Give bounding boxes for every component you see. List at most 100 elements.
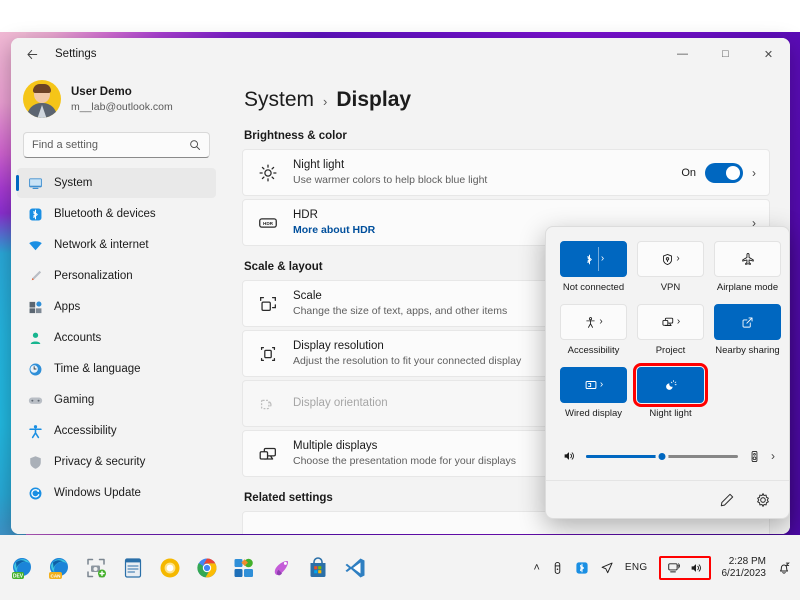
project-screen-icon	[661, 315, 675, 329]
volume-slider[interactable]	[586, 448, 738, 464]
quick-tile-nearby-sharing[interactable]	[714, 304, 781, 340]
quick-tile-project[interactable]: ›	[637, 304, 704, 340]
quick-tile-wired-display[interactable]: ›	[560, 367, 627, 403]
maximize-button[interactable]: □	[704, 38, 747, 70]
quick-tile-cell: › Wired display	[560, 367, 627, 428]
setting-row-controls: On ›	[681, 162, 756, 183]
night-light-toggle[interactable]	[705, 162, 743, 183]
speaker-icon[interactable]	[562, 449, 576, 463]
chevron-right-icon[interactable]: ›	[601, 254, 604, 264]
system-tray: ˄ ENG 2:28 PM 6/21/2023	[533, 549, 800, 587]
send-icon[interactable]	[600, 561, 614, 575]
gear-icon[interactable]	[755, 492, 771, 508]
setting-row-title: Night light	[293, 159, 345, 171]
chrome-icon[interactable]	[195, 556, 219, 580]
quick-tile-accessibility[interactable]: ›	[560, 304, 627, 340]
snipping-tool-icon[interactable]	[84, 556, 108, 580]
microsoft-store-tiles-icon[interactable]	[232, 556, 256, 580]
quick-settings-grid: › Not connected › VPN Airplane mode › Ac…	[546, 227, 789, 432]
account-block[interactable]: User Demo m__lab@outlook.com	[11, 70, 222, 124]
bluetooth-icon	[583, 253, 596, 266]
sidebar-item-personalization[interactable]: Personalization	[17, 261, 216, 291]
scale-icon	[257, 293, 279, 315]
taskbar-apps: DEV CAN	[0, 552, 367, 584]
chevron-right-icon[interactable]: ›	[600, 380, 603, 390]
sidebar-item-system[interactable]: System	[16, 168, 216, 198]
tray-network-volume-group[interactable]	[658, 555, 711, 580]
settings-sidebar: User Demo m__lab@outlook.com Find a sett…	[11, 70, 222, 534]
chevron-right-icon[interactable]: ›	[771, 449, 775, 463]
chevron-right-icon[interactable]: ›	[676, 254, 679, 264]
edge-dev-icon[interactable]: DEV	[10, 556, 34, 580]
breadcrumb-parent[interactable]: System	[244, 88, 314, 112]
sun-brightness-icon	[257, 162, 279, 184]
night-light-toggle-label: On	[681, 166, 696, 179]
audio-output-icon[interactable]	[748, 450, 761, 463]
sidebar-item-apps[interactable]: Apps	[17, 292, 216, 322]
pencil-edit-icon[interactable]	[719, 492, 735, 508]
search-input[interactable]	[32, 139, 189, 151]
search-box[interactable]	[23, 132, 210, 158]
sidebar-item-privacy-security[interactable]: Privacy & security	[17, 447, 216, 477]
close-button[interactable]: ✕	[747, 38, 790, 70]
sidebar-item-label: Time & language	[54, 363, 141, 375]
avatar	[23, 80, 61, 118]
vscode-icon[interactable]	[343, 556, 367, 580]
notification-bell-icon[interactable]	[777, 561, 791, 575]
bluetooth-icon[interactable]	[575, 561, 589, 575]
notepad-icon[interactable]	[121, 556, 145, 580]
chevron-right-icon[interactable]: ›	[752, 166, 756, 180]
chevron-right-icon[interactable]: ›	[599, 317, 602, 327]
monitor-icon	[27, 175, 44, 192]
language-indicator[interactable]: ENG	[625, 562, 648, 573]
clock-time: 2:28 PM	[728, 555, 766, 567]
sidebar-item-label: Accounts	[54, 332, 102, 344]
tray-overflow-button[interactable]: ˄	[533, 562, 539, 574]
store-bag-icon[interactable]	[306, 556, 330, 580]
quick-tile-label: Not connected	[562, 282, 625, 293]
sidebar-item-label: Network & internet	[54, 239, 149, 251]
sidebar-item-network-internet[interactable]: Network & internet	[17, 230, 216, 260]
quick-tile-cell: Airplane mode	[714, 241, 781, 302]
sidebar-item-label: Privacy & security	[54, 456, 146, 468]
quick-tile-cell: › VPN	[637, 241, 704, 302]
network-icon[interactable]	[667, 561, 682, 575]
clock-date: 6/21/2023	[721, 567, 767, 579]
quick-tile-cell: Night light	[633, 363, 708, 428]
sidebar-item-bluetooth-devices[interactable]: Bluetooth & devices	[17, 199, 216, 229]
sidebar-item-windows-update[interactable]: Windows Update	[17, 478, 216, 508]
resolution-icon	[257, 343, 279, 365]
back-button[interactable]	[17, 41, 47, 67]
volume-control-row: ›	[546, 432, 789, 474]
quick-tile-bluetooth[interactable]: ›	[560, 241, 627, 277]
sidebar-item-label: Accessibility	[54, 425, 117, 437]
edge-canary-icon[interactable]: CAN	[47, 556, 71, 580]
window-titlebar: Settings — □ ✕	[11, 38, 790, 70]
quick-tile-airplane-mode[interactable]	[714, 241, 781, 277]
setting-row-title: HDR	[293, 209, 318, 221]
paintbrush-icon	[27, 268, 44, 285]
quick-tile-night-light[interactable]	[633, 363, 708, 407]
quick-tile-vpn[interactable]: ›	[637, 241, 704, 277]
sidebar-item-time-language[interactable]: Time & language	[17, 354, 216, 384]
clock[interactable]: 2:28 PM 6/21/2023	[722, 556, 767, 580]
setting-row-night-light[interactable]: Night light Use warmer colors to help bl…	[242, 149, 770, 196]
wired-display-icon	[584, 378, 598, 392]
shield-icon	[27, 454, 44, 471]
quick-settings-flyout: › Not connected › VPN Airplane mode › Ac…	[545, 226, 790, 519]
chevron-right-icon[interactable]: ›	[677, 317, 680, 327]
volume-icon[interactable]	[689, 561, 703, 575]
chrome-canary-icon[interactable]	[158, 556, 182, 580]
sidebar-item-accessibility[interactable]: Accessibility	[17, 416, 216, 446]
pen-icon[interactable]	[551, 561, 564, 575]
desktop-top-band	[0, 0, 800, 33]
window-controls: — □ ✕	[661, 38, 790, 70]
minimize-button[interactable]: —	[661, 38, 704, 70]
sidebar-item-accounts[interactable]: Accounts	[17, 323, 216, 353]
vpn-shield-icon	[661, 253, 674, 266]
gamepad-icon	[27, 392, 44, 409]
sidebar-item-gaming[interactable]: Gaming	[17, 385, 216, 415]
paint-cocreator-icon[interactable]	[269, 556, 293, 580]
quick-tile-label: Night light	[649, 408, 692, 419]
taskbar: DEV CAN ˄ ENG 2:28 PM 6/21/2023	[0, 535, 800, 600]
